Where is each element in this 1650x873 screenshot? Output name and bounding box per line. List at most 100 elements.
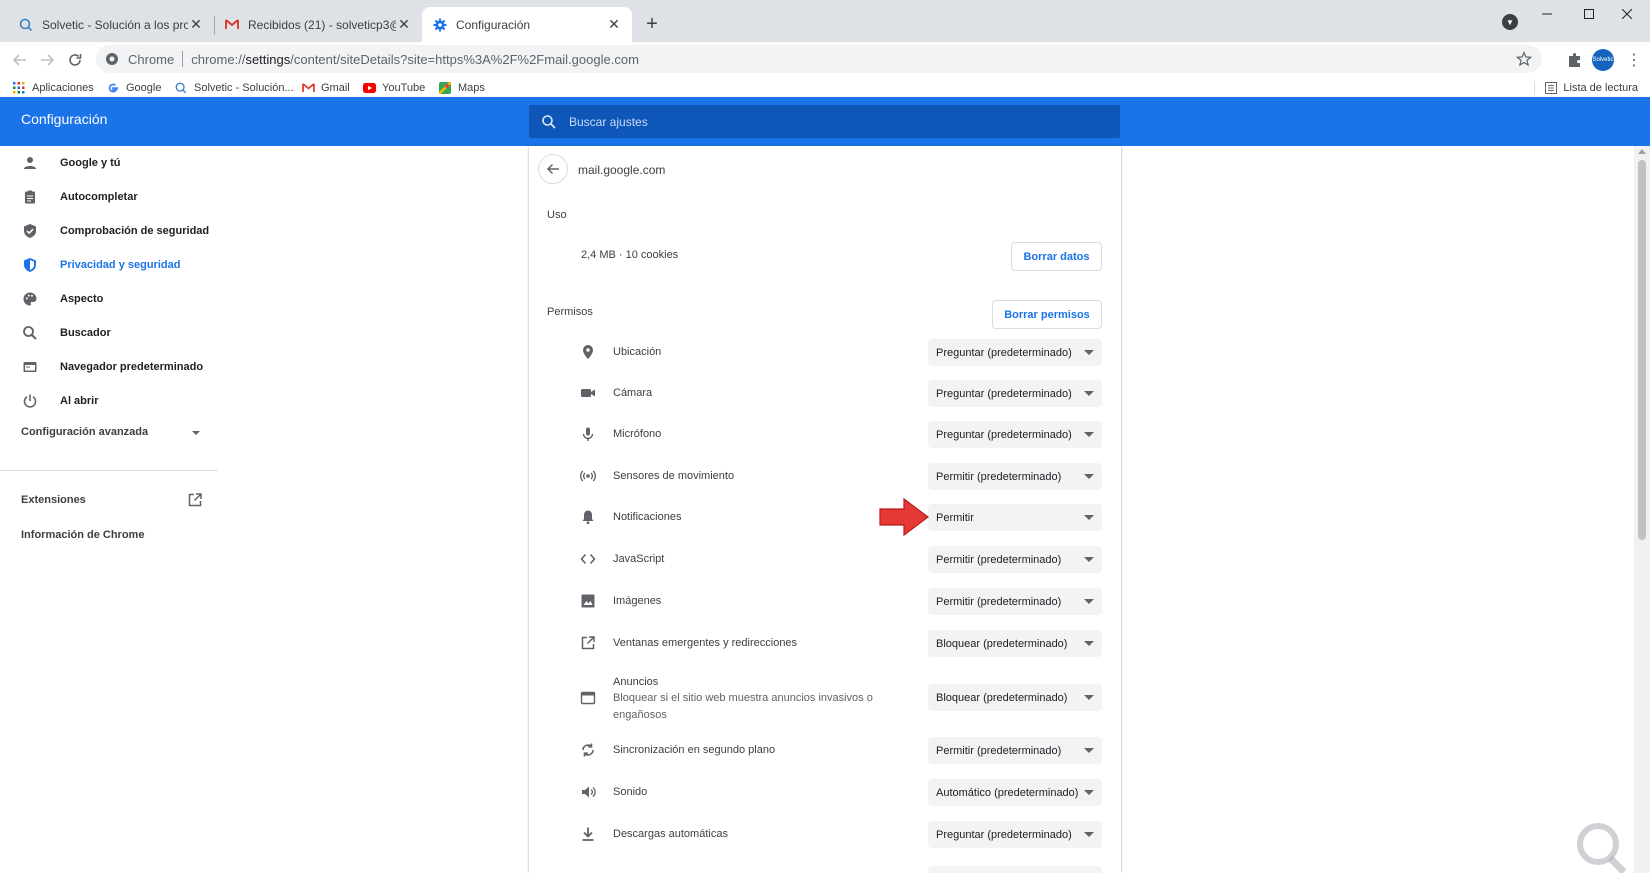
sidebar-about-chrome[interactable]: Información de Chrome: [21, 529, 144, 541]
permission-label: Ubicación: [613, 346, 662, 358]
scrollbar-thumb[interactable]: [1638, 160, 1646, 540]
sidebar-item-safety-check[interactable]: Comprobación de seguridad: [0, 214, 218, 248]
back-arrow-icon[interactable]: [6, 46, 34, 74]
solvetic-watermark-logo: [1577, 823, 1627, 873]
permission-label: Imágenes: [613, 595, 662, 607]
extensions-puzzle-icon[interactable]: [1565, 50, 1585, 70]
minimize-icon[interactable]: [1524, 0, 1570, 28]
permission-row-popups: Ventanas emergentes y redirecciones Bloq…: [529, 623, 1121, 664]
bookmarks-bar: Aplicaciones Google Solvetic - Solución.…: [0, 78, 1650, 97]
clipboard-icon: [25, 190, 35, 204]
permission-label: Sincronización en segundo plano: [613, 744, 776, 756]
menu-kebab-icon[interactable]: ⋮: [1624, 50, 1644, 70]
permission-select[interactable]: Permitir: [928, 504, 1102, 531]
shield-check-icon: [24, 224, 36, 238]
youtube-icon: [362, 81, 376, 95]
sidebar-item-label: Aspecto: [60, 293, 104, 305]
page-title: Configuración: [21, 111, 108, 127]
permission-row-automatic-downloads: Descargas automáticas Preguntar (predete…: [529, 814, 1121, 855]
close-tab-icon[interactable]: ✕: [396, 16, 412, 33]
reset-permissions-button[interactable]: Borrar permisos: [992, 300, 1102, 329]
sidebar-item-on-startup[interactable]: Al abrir: [0, 384, 218, 418]
permission-row-sound: Sonido Automático (predeterminado): [529, 772, 1121, 813]
permission-select[interactable]: Permitir (predeterminado): [928, 737, 1102, 764]
permission-select[interactable]: Permitir (predeterminado): [928, 463, 1102, 490]
tab-configuracion[interactable]: Configuración ✕: [422, 7, 632, 42]
page-scrollbar[interactable]: [1634, 146, 1650, 873]
sync-icon: [582, 743, 594, 757]
permission-select[interactable]: Permitir (predeterminado): [928, 588, 1102, 615]
sidebar-item-label: Comprobación de seguridad: [60, 225, 210, 237]
permission-select[interactable]: Bloquear (predeterminado): [928, 630, 1102, 657]
sidebar-item-label: Privacidad y seguridad: [60, 259, 181, 271]
url-text: chrome://settings/content/siteDetails?si…: [191, 51, 639, 67]
permission-select[interactable]: Preguntar (predeterminado): [928, 421, 1102, 448]
bookmark-star-icon[interactable]: [1516, 51, 1532, 67]
permission-label: Ventanas emergentes y redirecciones: [613, 637, 798, 649]
palette-icon: [23, 292, 37, 306]
permission-label: Micrófono: [613, 428, 662, 440]
dropdown-caret-icon: [1084, 832, 1094, 837]
bookmark-solvetic[interactable]: Solvetic - Solución...: [174, 78, 294, 97]
bookmark-youtube[interactable]: YouTube: [362, 78, 425, 97]
download-icon: [582, 827, 594, 841]
sidebar-item-autofill[interactable]: Autocompletar: [0, 180, 218, 214]
chevron-down-icon[interactable]: [191, 428, 201, 438]
image-icon: [581, 594, 595, 608]
reading-list[interactable]: Lista de lectura: [1534, 78, 1638, 97]
tab-search-icon[interactable]: ▼: [1502, 14, 1518, 30]
permission-select[interactable]: Bloquear (predeterminado): [928, 684, 1102, 711]
bookmark-label: Solvetic - Solución...: [194, 81, 294, 94]
back-button[interactable]: [538, 154, 568, 184]
sidebar-advanced[interactable]: Configuración avanzada: [21, 426, 148, 438]
scroll-up-icon[interactable]: [1638, 149, 1646, 154]
permission-select[interactable]: Automático (predeterminado): [928, 779, 1102, 806]
new-tab-button[interactable]: +: [640, 12, 664, 36]
bookmark-label: Aplicaciones: [32, 81, 94, 94]
bookmark-gmail[interactable]: Gmail: [301, 78, 350, 97]
permission-select[interactable]: Preguntar (predeterminado): [928, 339, 1102, 366]
close-tab-icon[interactable]: ✕: [606, 16, 622, 33]
permission-row-ads: Anuncios Bloquear si el sitio web muestr…: [529, 664, 1121, 730]
sidebar-item-label: Google y tú: [60, 157, 121, 169]
dropdown-caret-icon: [1084, 641, 1094, 646]
close-window-icon[interactable]: [1604, 0, 1650, 28]
permission-sublabel: Bloquear si el sitio web muestra anuncio…: [613, 692, 873, 721]
sidebar-item-default-browser[interactable]: Navegador predeterminado: [0, 350, 218, 384]
permission-row-background-sync: Sincronización en segundo plano Permitir…: [529, 730, 1121, 771]
sidebar-extensions[interactable]: Extensiones: [21, 494, 86, 506]
tab-gmail[interactable]: Recibidos (21) - solveticp3@gma ✕: [214, 7, 422, 42]
address-bar[interactable]: Chrome chrome://settings/content/siteDet…: [96, 45, 1542, 73]
bookmark-maps[interactable]: Maps: [438, 78, 485, 97]
reload-icon[interactable]: [61, 46, 89, 74]
sidebar-item-label: Al abrir: [60, 395, 99, 407]
clear-data-button[interactable]: Borrar datos: [1011, 242, 1102, 271]
tab-title: Recibidos (21) - solveticp3@gma: [248, 17, 396, 32]
tab-solvetic[interactable]: Solvetic - Solución a los problem ✕: [8, 7, 214, 42]
bookmark-google[interactable]: Google: [106, 78, 161, 97]
permissions-heading: Permisos: [547, 306, 593, 318]
permission-label: Sonido: [613, 786, 648, 798]
gmail-icon: [224, 17, 240, 33]
dropdown-caret-icon: [1084, 350, 1094, 355]
sidebar-item-privacy[interactable]: Privacidad y seguridad: [0, 248, 218, 282]
permission-select[interactable]: Preguntar (predeterminado): [928, 821, 1102, 848]
settings-search[interactable]: [529, 105, 1120, 138]
forward-arrow-icon[interactable]: [33, 46, 61, 74]
annotation-arrow-icon: [879, 497, 929, 537]
sidebar-item-label: Buscador: [60, 327, 111, 339]
sidebar-item-search-engine[interactable]: Buscador: [0, 316, 218, 350]
permission-select[interactable]: Preguntar (predeterminado): [928, 380, 1102, 407]
bookmark-apps[interactable]: Aplicaciones: [12, 78, 94, 97]
tab-title: Configuración: [456, 17, 531, 32]
close-tab-icon[interactable]: ✕: [188, 16, 204, 33]
permission-label: Anuncios: [613, 676, 659, 688]
tab-strip: Solvetic - Solución a los problem ✕ Reci…: [0, 0, 1650, 42]
sidebar-item-google[interactable]: Google y tú: [0, 146, 218, 180]
sidebar-item-appearance[interactable]: Aspecto: [0, 282, 218, 316]
profile-avatar[interactable]: Solvetic: [1592, 49, 1614, 71]
open-external-icon[interactable]: [187, 492, 203, 508]
permission-select[interactable]: Permitir (predeterminado): [928, 546, 1102, 573]
reading-list-label: Lista de lectura: [1563, 81, 1638, 94]
search-input[interactable]: [569, 114, 1069, 129]
